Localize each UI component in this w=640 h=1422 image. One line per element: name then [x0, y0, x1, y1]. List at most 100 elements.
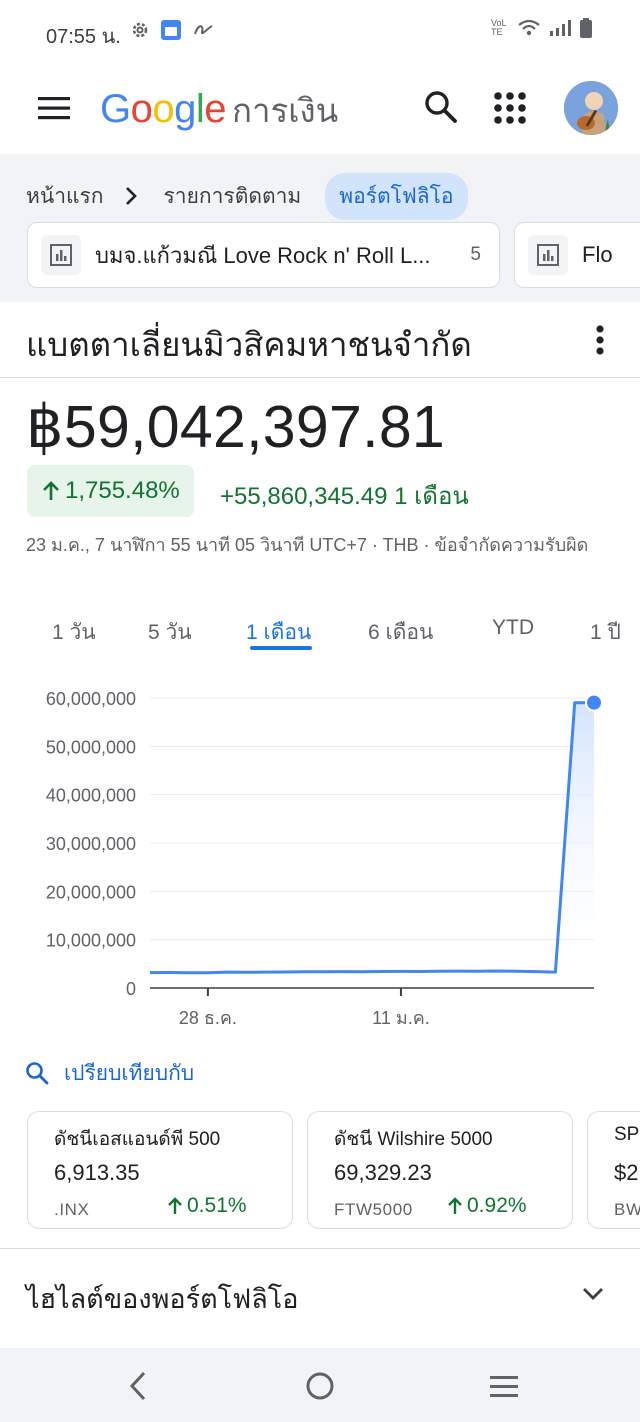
back-nav-icon[interactable]	[118, 1368, 158, 1404]
account-avatar[interactable]	[564, 81, 618, 135]
more-options-icon[interactable]	[588, 322, 612, 358]
data-point	[245, 971, 247, 973]
x-tick-label: 28 ธ.ค.	[179, 1008, 237, 1028]
gear-icon	[132, 22, 148, 38]
arrow-up-icon	[448, 1197, 462, 1214]
chevron-down-icon	[583, 1288, 603, 1300]
app-header: Google การเงิน	[0, 62, 640, 154]
recents-nav-icon[interactable]	[484, 1368, 524, 1404]
index-ticker: BW	[614, 1200, 640, 1219]
x-tick-label: 11 ม.ค.	[372, 1008, 430, 1028]
data-point	[573, 702, 575, 704]
price-meta: 23 ม.ค., 7 นาฬิกา 55 นาที 05 วินาที UTC+…	[26, 535, 589, 555]
portfolio-card[interactable]: Flo	[514, 222, 640, 288]
battery-icon	[580, 18, 592, 38]
last-price-point	[585, 693, 603, 712]
tab-1-month[interactable]: 1 เดือน	[246, 616, 311, 649]
breadcrumb-watchlist[interactable]: รายการติดตาม	[164, 180, 302, 213]
index-change-value: 0.51%	[187, 1194, 247, 1217]
system-navigation-bar	[0, 1348, 640, 1422]
hamburger-menu-icon[interactable]	[34, 90, 74, 126]
breadcrumb: หน้าแรก รายการติดตาม พอร์ตโฟลิโอ	[26, 172, 468, 220]
portfolio-card[interactable]: บมจ.แก้วมณี Love Rock n' Roll L... 5	[27, 222, 500, 288]
data-point	[149, 971, 151, 973]
y-tick-label: 30,000,000	[46, 834, 136, 854]
price-chart-svg[interactable]: 60,000,000 50,000,000 40,000,000 30,000,000…	[0, 670, 640, 1040]
home-nav-icon[interactable]	[300, 1368, 340, 1404]
compare-card[interactable]: ดัชนีเอสแอนด์พี 500 6,913.35 .INX 0.51%	[27, 1111, 293, 1229]
wordmark-letter: G	[100, 87, 131, 131]
index-change-value: 0.92%	[467, 1194, 527, 1217]
data-point	[419, 970, 421, 972]
data-point	[458, 970, 460, 972]
data-point	[516, 970, 518, 972]
data-point	[496, 970, 498, 972]
arrow-up-icon	[43, 481, 59, 500]
index-name: ดัชนีเอสแอนด์พี 500	[54, 1129, 221, 1150]
data-point	[342, 970, 344, 972]
compare-button[interactable]: เปรียบเทียบกับ	[24, 1056, 194, 1090]
tab-5-day[interactable]: 5 วัน	[148, 616, 192, 649]
active-tab-indicator	[250, 646, 312, 650]
index-change: 0.92%	[446, 1194, 527, 1218]
change-percent-badge: 1,755.48%	[27, 465, 194, 517]
breadcrumb-portfolio-chip[interactable]: พอร์ตโฟลิโอ	[325, 172, 468, 220]
data-point	[303, 971, 305, 973]
wordmark-letter: l	[195, 87, 205, 131]
data-point	[361, 971, 363, 973]
product-name: การเงิน	[232, 92, 339, 129]
data-point	[168, 971, 170, 973]
wordmark-letter: g	[174, 87, 196, 131]
y-tick-label: 20,000,000	[46, 882, 136, 902]
data-point	[380, 970, 382, 972]
index-ticker: .INX	[54, 1200, 90, 1219]
stock-price: ฿59,042,397.81	[26, 394, 446, 460]
stock-title: แบตตาเลี่ยนมิวสิคมหาชนจำกัด	[26, 326, 472, 363]
bar-chart-icon	[528, 235, 568, 275]
bar-chart-icon	[41, 235, 81, 275]
highlights-title: ไฮไลต์ของพอร์ตโฟลิโอ	[26, 1284, 299, 1314]
index-change: 0.51%	[166, 1194, 247, 1218]
search-icon[interactable]	[422, 88, 460, 126]
tab-1-year[interactable]: 1 ปี	[590, 616, 621, 649]
portfolio-name: Flo	[582, 242, 613, 267]
data-point	[535, 970, 537, 972]
tab-6-month[interactable]: 6 เดือน	[368, 616, 433, 649]
wordmark-letter: e	[204, 87, 227, 131]
index-value: 6,913.35	[54, 1160, 140, 1185]
calendar-icon	[161, 20, 181, 40]
change-absolute: +55,860,345.49 1 เดือน	[220, 483, 469, 510]
status-right-icons: VoLTE	[491, 18, 592, 38]
google-finance-logo[interactable]: Google การเงิน	[100, 84, 338, 137]
price-line	[149, 701, 595, 975]
apps-grid-icon[interactable]	[492, 90, 528, 126]
arrow-up-icon	[168, 1197, 182, 1214]
tab-1-day[interactable]: 1 วัน	[52, 616, 96, 649]
stock-title-row: แบตตาเลี่ยนมิวสิคมหาชนจำกัด	[0, 302, 640, 378]
compare-card[interactable]: ดัชนี Wilshire 5000 69,329.23 FTW5000 0.…	[307, 1111, 573, 1229]
data-point	[187, 972, 189, 974]
link-icon	[194, 25, 213, 35]
range-tabs: 1 วัน 5 วัน 1 เดือน 6 เดือน YTD 1 ปี	[0, 608, 640, 658]
portfolio-highlights-toggle[interactable]: ไฮไลต์ของพอร์ตโฟลิโอ	[0, 1249, 640, 1341]
portfolio-name: บมจ.แก้วมณี Love Rock n' Roll L...	[95, 242, 431, 268]
wordmark-letter: o	[130, 87, 153, 131]
data-point	[400, 970, 402, 972]
data-point	[207, 971, 209, 973]
wifi-icon	[518, 19, 540, 36]
status-left-icons	[130, 19, 214, 41]
tab-ytd[interactable]: YTD	[492, 616, 534, 640]
data-point	[554, 971, 556, 973]
price-chart[interactable]: 60,000,000 50,000,000 40,000,000 30,000,000…	[0, 670, 640, 1040]
compare-card[interactable]: SP $2 BW	[587, 1111, 640, 1229]
index-ticker: FTW5000	[334, 1200, 413, 1219]
index-name: SP	[614, 1124, 640, 1145]
breadcrumb-home[interactable]: หน้าแรก	[26, 180, 104, 213]
signal-icon	[550, 20, 571, 36]
index-name: ดัชนี Wilshire 5000	[334, 1129, 493, 1150]
compare-label: เปรียบเทียบกับ	[64, 1061, 195, 1085]
search-icon	[26, 1062, 49, 1085]
data-point	[226, 971, 228, 973]
chevron-right-icon	[125, 187, 137, 205]
data-point	[438, 970, 440, 972]
